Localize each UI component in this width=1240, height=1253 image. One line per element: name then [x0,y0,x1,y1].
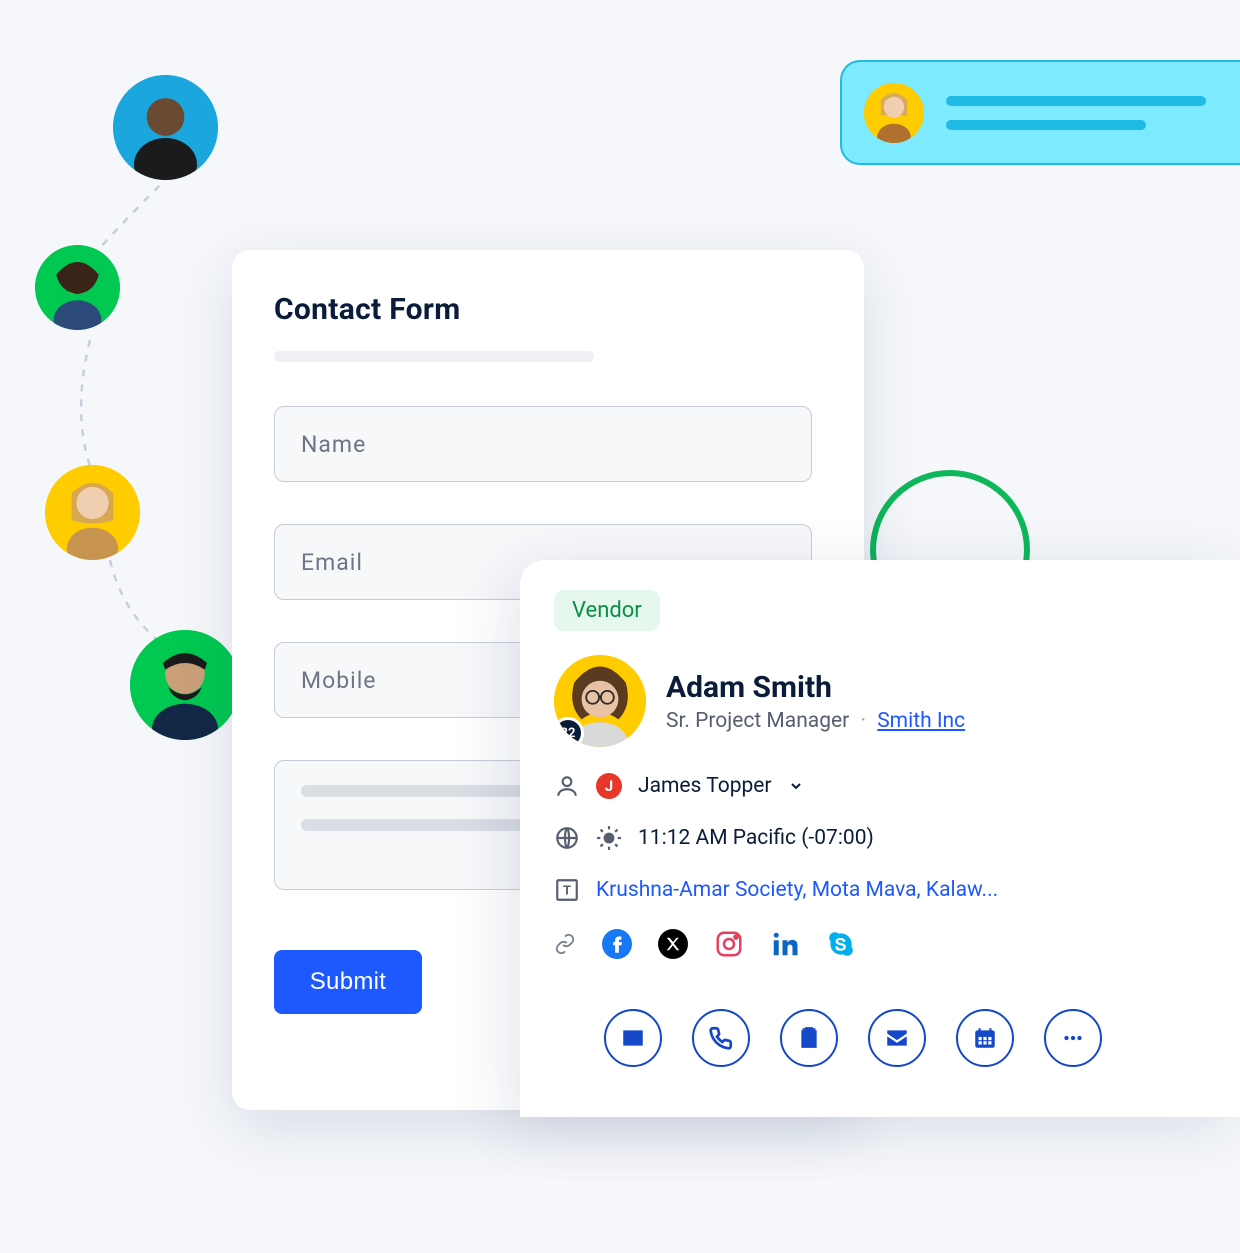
form-title: Contact Form [274,292,822,327]
contact-subtitle: Sr. Project Manager · Smith Inc [666,709,965,733]
text-box-icon: T [554,877,580,903]
link-icon [554,933,576,955]
contact-name: Adam Smith [666,670,965,705]
chat-text-placeholder-1 [946,96,1206,106]
owner-initial-chip: J [596,773,622,799]
skype-icon[interactable] [826,929,856,959]
address-text: Krushna-Amar Society, Mota Mava, Kalaw..… [596,878,998,902]
person-icon [554,773,580,799]
contact-type-badge: Vendor [554,590,660,631]
chat-avatar [864,83,924,143]
action-note-button[interactable] [780,1009,838,1067]
action-more-button[interactable] [1044,1009,1102,1067]
action-call-button[interactable] [692,1009,750,1067]
floating-avatar-4 [130,630,240,740]
email-placeholder: Email [301,549,363,576]
x-icon[interactable] [658,929,688,959]
social-row [554,929,1240,959]
timezone-row: 11:12 AM Pacific (-07:00) [554,825,1240,851]
floating-avatar-1 [113,75,218,180]
action-row [554,1009,1240,1067]
floating-avatar-2 [35,245,120,330]
name-placeholder: Name [301,431,366,458]
chat-text-placeholder-2 [946,120,1146,130]
contact-company-link[interactable]: Smith Inc [877,709,965,733]
form-subtitle-placeholder [274,351,594,362]
chevron-down-icon [788,778,804,794]
timezone-text: 11:12 AM Pacific (-07:00) [638,826,874,850]
chat-preview-card [840,60,1240,165]
owner-name: James Topper [638,774,772,798]
owner-row[interactable]: J James Topper [554,773,1240,799]
floating-avatar-3 [45,465,140,560]
contact-role: Sr. Project Manager [666,709,849,733]
instagram-icon[interactable] [714,929,744,959]
sun-icon [596,825,622,851]
action-inbox-button[interactable] [868,1009,926,1067]
action-calendar-button[interactable] [956,1009,1014,1067]
linkedin-icon[interactable] [770,929,800,959]
contact-avatar[interactable]: 22 [554,655,646,747]
submit-button[interactable]: Submit [274,950,422,1014]
action-email-button[interactable] [604,1009,662,1067]
globe-icon [554,825,580,851]
mobile-placeholder: Mobile [301,667,377,694]
message-placeholder-line-1 [301,785,531,797]
contact-detail-card: Vendor 22 Adam Smith Sr. Project Manager… [520,560,1240,1117]
avatar-count-badge: 22 [554,717,584,747]
svg-text:T: T [563,882,571,897]
facebook-icon[interactable] [602,929,632,959]
address-row[interactable]: T Krushna-Amar Society, Mota Mava, Kalaw… [554,877,1240,903]
name-field[interactable]: Name [274,406,812,482]
